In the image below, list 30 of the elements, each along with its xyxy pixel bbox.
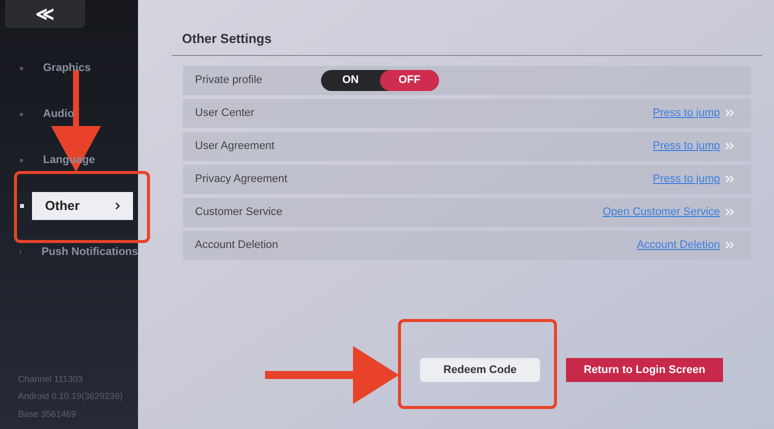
double-chevron-icon [725,175,735,183]
sidebar-item[interactable]: Other [32,192,133,220]
toggle-option[interactable]: ON [321,70,380,90]
bullet-icon [20,158,23,162]
toggle-switch[interactable]: ON OFF [321,70,439,90]
setting-label: Private profile [195,72,264,88]
chevron-right-icon [115,202,120,210]
section-title: Other Settings [182,30,273,48]
toggle-option[interactable]: OFF [380,70,439,90]
bullet-icon [20,112,23,116]
setting-label: Account Deletion [195,238,280,253]
arrow-icon [265,346,399,404]
setting-label: Privacy Agreement [195,172,288,187]
bullet-icon [20,204,24,208]
version-text: Channel 111303 [18,372,84,386]
bullet-icon [20,66,23,70]
sidebar-item[interactable]: Push Notifications [41,244,138,260]
double-chevron-icon [725,208,735,216]
setting-label: Customer Service [195,204,284,220]
double-chevron-icon [725,241,735,249]
return-button[interactable]: Return to Login Screen [566,358,723,382]
setting-label: User Agreement [195,138,276,154]
setting-label: User Center [195,106,256,121]
sidebar-item[interactable]: Graphics [43,60,91,76]
double-chevron-icon [725,142,735,150]
version-text: Android 0.10.19(3629239) [18,390,124,403]
version-text: Base 3561469 [18,408,78,420]
double-chevron-icon [725,109,735,117]
back-button[interactable]: ≪ [5,0,85,28]
redeem-button[interactable]: Redeem Code [420,358,540,382]
